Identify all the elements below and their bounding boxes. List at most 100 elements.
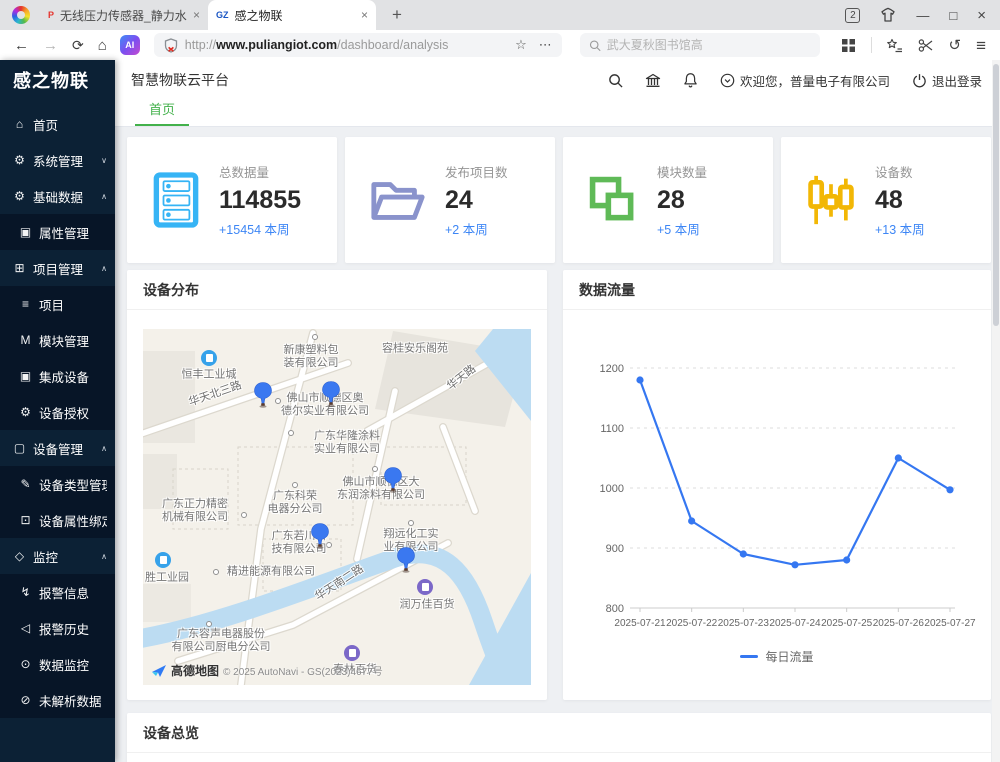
notification-bell-icon[interactable] bbox=[683, 72, 698, 88]
chevron-up-icon: ∧ bbox=[101, 192, 107, 201]
device-map[interactable]: 新康塑料包 装有限公司容桂安乐阁苑恒丰工业城佛山市顺德区奥 德尔实业有限公司广东… bbox=[143, 329, 531, 685]
url-field[interactable]: http://www.puliangiot.com/dashboard/anal… bbox=[154, 33, 562, 57]
window-count-badge[interactable]: 2 bbox=[845, 8, 860, 23]
undo-icon[interactable]: ↺ bbox=[949, 38, 962, 53]
bank-icon[interactable] bbox=[645, 73, 661, 88]
pen-icon: ✎ bbox=[18, 477, 33, 491]
chevron-down-icon: ∨ bbox=[101, 156, 107, 165]
sidebar-item-4[interactable]: ▢设备管理∧ bbox=[0, 430, 115, 466]
data-traffic-card: 数据流量 8009001000110012002025-07-212025-07… bbox=[563, 270, 991, 700]
map-poi-building-icon bbox=[201, 350, 217, 366]
stat-value: 114855 bbox=[219, 185, 301, 216]
chevron-up-icon: ∧ bbox=[101, 552, 107, 561]
device-marker-pin[interactable] bbox=[321, 381, 341, 407]
sidebar-item-3-3[interactable]: ⚙设备授权 bbox=[0, 394, 115, 430]
sidebar-item-2-0[interactable]: ▣属性管理 bbox=[0, 214, 115, 250]
traffic-line-chart[interactable]: 8009001000110012002025-07-212025-07-2220… bbox=[563, 310, 991, 699]
sidebar-item-label: 监控 bbox=[33, 547, 99, 566]
stat-label: 发布项目数 bbox=[445, 162, 508, 181]
sidebar-item-3-0[interactable]: ≡ 项目 bbox=[0, 286, 115, 322]
gear-icon: ⚙ bbox=[12, 189, 27, 203]
forward-button[interactable]: → bbox=[43, 38, 58, 53]
svg-text:1100: 1100 bbox=[600, 423, 624, 435]
tab-close-icon[interactable]: × bbox=[193, 8, 200, 22]
logout-button[interactable]: 退出登录 bbox=[912, 71, 982, 90]
bind-icon: ⊡ bbox=[18, 513, 33, 527]
insecure-shield-icon[interactable] bbox=[164, 38, 178, 53]
back-button[interactable]: ← bbox=[14, 38, 29, 53]
folder-icon bbox=[369, 174, 427, 226]
stat-value: 24 bbox=[445, 185, 508, 216]
sidebar-item-5-3[interactable]: ⊘未解析数据 bbox=[0, 682, 115, 718]
device-marker-pin[interactable] bbox=[253, 382, 273, 408]
sidebar-item-2[interactable]: ⚙基础数据∧ bbox=[0, 178, 115, 214]
svg-text:800: 800 bbox=[606, 603, 624, 615]
minimize-button[interactable]: — bbox=[916, 9, 929, 22]
url-more-icon[interactable]: ⋯ bbox=[539, 37, 552, 53]
scrollbar-thumb[interactable] bbox=[993, 64, 999, 326]
maximize-button[interactable]: □ bbox=[949, 9, 957, 22]
sidebar-item-1[interactable]: ⚙系统管理∨ bbox=[0, 142, 115, 178]
sidebar-item-4-0[interactable]: ✎设备类型管理 bbox=[0, 466, 115, 502]
svg-text:1000: 1000 bbox=[600, 483, 624, 495]
sidebar-item-0[interactable]: ⌂首页 bbox=[0, 106, 115, 142]
m-icon: M bbox=[18, 333, 33, 347]
screenshot-scissors-icon[interactable] bbox=[918, 38, 934, 53]
chart-legend[interactable]: 每日流量 bbox=[563, 648, 991, 665]
device-marker-pin[interactable] bbox=[383, 467, 403, 493]
chevron-up-icon: ∧ bbox=[101, 264, 107, 273]
svg-text:2025-07-23: 2025-07-23 bbox=[718, 618, 770, 629]
favorites-list-icon[interactable] bbox=[887, 38, 903, 53]
database-icon bbox=[151, 170, 201, 230]
gear-icon: ⚙ bbox=[12, 153, 27, 167]
apps-grid-icon[interactable] bbox=[841, 38, 856, 53]
header-search-icon[interactable] bbox=[608, 73, 623, 88]
home-icon: ⌂ bbox=[12, 117, 27, 131]
new-tab-button[interactable]: + bbox=[386, 5, 408, 25]
sidebar-item-5-2[interactable]: ⊙数据监控 bbox=[0, 646, 115, 682]
device-marker-pin[interactable] bbox=[396, 547, 416, 573]
device-marker-pin[interactable] bbox=[310, 523, 330, 549]
close-window-button[interactable]: × bbox=[977, 8, 986, 23]
sidebar-item-5[interactable]: ◇监控∧ bbox=[0, 538, 115, 574]
map-poi-dot-icon bbox=[241, 512, 247, 518]
search-icon bbox=[589, 39, 601, 52]
sidebar-item-label: 项目 bbox=[39, 295, 107, 314]
search-input[interactable] bbox=[607, 38, 811, 52]
stat-label: 总数据量 bbox=[219, 162, 301, 181]
reload-button[interactable]: ⟳ bbox=[72, 38, 84, 52]
sidebar-item-3-1[interactable]: M模块管理 bbox=[0, 322, 115, 358]
sidebar-menu: ⌂首页⚙系统管理∨⚙基础数据∧▣属性管理⊞项目管理∧≡项目M模块管理▣集成设备⚙… bbox=[0, 100, 115, 718]
menu-icon[interactable]: ≡ bbox=[976, 37, 986, 54]
quick-search-box[interactable] bbox=[580, 33, 820, 57]
ai-assistant-icon[interactable]: AI bbox=[120, 35, 140, 55]
app-header: 智慧物联云平台 欢迎您，普量电子有限公司 bbox=[115, 60, 1000, 100]
bookmark-star-icon[interactable]: ☆ bbox=[515, 37, 527, 53]
user-circle-icon bbox=[720, 73, 735, 88]
device-distribution-card: 设备分布 新康塑料包 装有限公司容桂安乐阁苑恒丰工业城佛山市顺德区奥 德尔实业有… bbox=[127, 270, 547, 700]
line-chart-svg: 8009001000110012002025-07-212025-07-2220… bbox=[563, 310, 991, 699]
sidebar-item-3-2[interactable]: ▣集成设备 bbox=[0, 358, 115, 394]
home-button[interactable]: ⌂ bbox=[98, 38, 107, 53]
parse-icon: ⊘ bbox=[18, 693, 33, 707]
theme-shirt-icon[interactable] bbox=[880, 7, 896, 23]
tab-home[interactable]: 首页 bbox=[135, 99, 189, 126]
svg-text:2025-07-26: 2025-07-26 bbox=[873, 618, 925, 629]
map-poi-shop-icon bbox=[417, 579, 433, 595]
sidebar-item-5-0[interactable]: ↯报警信息 bbox=[0, 574, 115, 610]
browser-logo-icon[interactable] bbox=[12, 6, 30, 24]
stat-delta: +13 本周 bbox=[875, 219, 925, 238]
browser-tab-1[interactable]: GZ感之物联× bbox=[208, 0, 376, 30]
welcome-user[interactable]: 欢迎您，普量电子有限公司 bbox=[720, 71, 890, 90]
sidebar-item-4-1[interactable]: ⊡设备属性绑定 bbox=[0, 502, 115, 538]
list-icon: ≡ bbox=[18, 297, 33, 311]
tab-title: 无线压力传感器_静力水准仪_ bbox=[60, 7, 187, 24]
map-attribution: 高德地图© 2025 AutoNavi - GS(2023)4677号 bbox=[151, 662, 383, 679]
sidebar-item-label: 数据监控 bbox=[39, 655, 107, 674]
sidebar-item-5-1[interactable]: ◁报警历史 bbox=[0, 610, 115, 646]
page-scrollbar[interactable] bbox=[992, 60, 1000, 762]
browser-tab-0[interactable]: P无线压力传感器_静力水准仪_× bbox=[40, 0, 208, 30]
sidebar-item-label: 设备管理 bbox=[33, 439, 99, 458]
sidebar-item-3[interactable]: ⊞项目管理∧ bbox=[0, 250, 115, 286]
tab-close-icon[interactable]: × bbox=[361, 8, 368, 22]
